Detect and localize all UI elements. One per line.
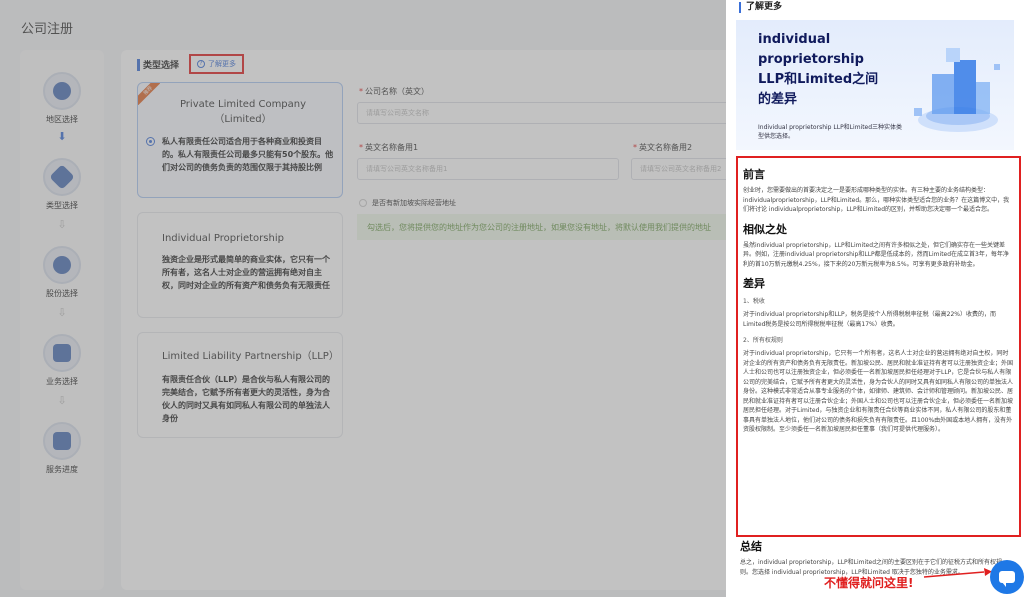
banner-subtitle: Individual proprietorship LLP和Limited三种实… (758, 124, 903, 140)
chat-support-button[interactable] (990, 560, 1024, 594)
drawer-heading: 了解更多 (739, 2, 782, 13)
article-body: 前言 创业时，您需要做出的首要决定之一是要形成哪种类型的实体。有三种主要的业务结… (736, 156, 1021, 537)
section-heading: 差异 (743, 277, 765, 290)
cubes-illustration-icon (914, 48, 1000, 132)
section-heading: 前言 (743, 168, 765, 181)
section-paragraph: 虽然individual proprietorship，LLP和Limited之… (743, 241, 1009, 268)
modal-overlay[interactable] (0, 0, 726, 597)
chat-icon (999, 571, 1015, 587)
arrow-right-icon (923, 568, 992, 578)
article-banner: individual proprietorship LLP和Limited之间的… (736, 20, 1014, 150)
learn-more-drawer: 了解更多 individual proprietorship LLP和Limit… (726, 0, 1024, 597)
help-hint: 不懂得就问这里! (824, 576, 914, 590)
subsection-title: 1、税收 (743, 298, 765, 305)
subsection-title: 2、所有权规则 (743, 337, 783, 344)
section-paragraph: 创业时，您需要做出的首要决定之一是要形成哪种类型的实体。有三种主要的业务结构类型… (743, 187, 1010, 213)
section-paragraph: 对于individual proprietorship和LLP，税务是按个人所得… (743, 311, 997, 328)
banner-title: individual proprietorship LLP和Limited之间的… (758, 32, 879, 107)
summary-heading: 总结 (740, 540, 762, 553)
section-heading: 相似之处 (743, 222, 787, 236)
section-paragraph: 对于individual proprietorship，它只有一个所有者，这名人… (743, 350, 1014, 433)
